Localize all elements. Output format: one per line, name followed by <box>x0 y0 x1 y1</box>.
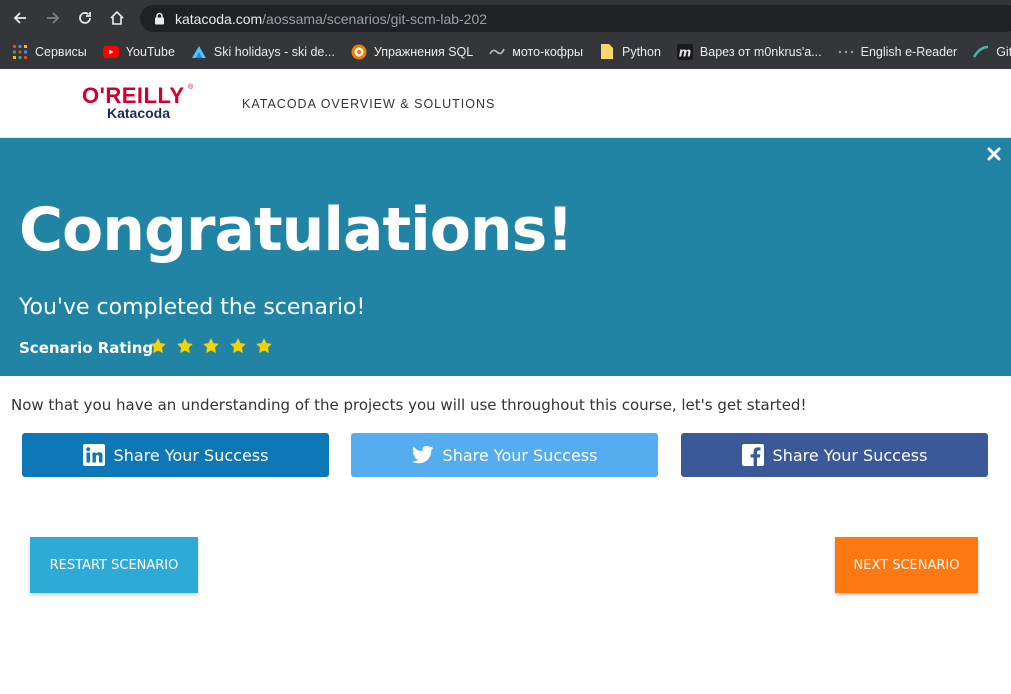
twitter-icon <box>411 444 434 466</box>
bookmark-label: Python <box>622 44 661 59</box>
star-icon[interactable] <box>255 337 273 355</box>
forward-icon[interactable] <box>42 7 64 29</box>
url-host: katacoda.com <box>175 10 263 27</box>
folder-icon <box>599 44 615 60</box>
bookmark-ereader[interactable]: English e-Reader <box>838 40 958 64</box>
share-linkedin-label: Share Your Success <box>113 445 269 465</box>
overview-solutions-link[interactable]: KATACODA OVERVIEW & SOLUTIONS <box>242 97 495 111</box>
completed-subtitle: You've completed the scenario! <box>19 295 366 320</box>
url-path: /aossama/scenarios/git-scm-lab-202 <box>262 10 488 27</box>
bookmark-youtube[interactable]: YouTube <box>102 40 175 64</box>
browser-chrome: katacoda.com/aossama/scenarios/git-scm-l… <box>0 0 1011 69</box>
bookmark-gitlab[interactable]: Gitlab In <box>973 40 1011 64</box>
bookmark-label: Упражнения SQL <box>373 44 474 59</box>
rating-stars <box>149 337 282 355</box>
gitlab-icon <box>973 44 989 60</box>
bookmark-label: Сервисы <box>35 44 87 59</box>
bookmark-ski[interactable]: Ski holidays - ski de... <box>191 40 335 64</box>
intro-text: Now that you have an understanding of th… <box>11 396 807 414</box>
star-icon[interactable] <box>149 337 167 355</box>
share-facebook-button[interactable]: Share Your Success <box>681 433 988 477</box>
star-icon[interactable] <box>202 337 220 355</box>
bookmark-moto[interactable]: мото-кофры <box>489 40 583 64</box>
m-icon: m <box>676 43 693 60</box>
home-icon[interactable] <box>106 7 128 29</box>
share-facebook-label: Share Your Success <box>772 445 928 465</box>
bookmark-python[interactable]: Python <box>599 40 661 64</box>
star-icon[interactable] <box>176 337 194 355</box>
reload-icon[interactable] <box>74 7 96 29</box>
back-icon[interactable] <box>9 7 31 29</box>
sql-icon <box>351 44 367 60</box>
next-scenario-button[interactable]: NEXT SCENARIO <box>835 537 978 593</box>
bookmark-warez[interactable]: m Варез от m0nkrus'a... <box>676 40 822 64</box>
share-twitter-button[interactable]: Share Your Success <box>351 433 658 477</box>
youtube-icon <box>102 44 119 60</box>
star-icon[interactable] <box>229 337 247 355</box>
bookmark-services[interactable]: Сервисы <box>12 40 87 64</box>
share-twitter-label: Share Your Success <box>442 445 598 465</box>
linkedin-icon <box>82 444 105 466</box>
browser-toolbar: katacoda.com/aossama/scenarios/git-scm-l… <box>0 0 1011 36</box>
bookmark-sql[interactable]: Упражнения SQL <box>351 40 473 64</box>
address-bar[interactable]: katacoda.com/aossama/scenarios/git-scm-l… <box>140 5 1011 32</box>
bookmark-label: Ski holidays - ski de... <box>213 44 335 59</box>
bookmark-label: English e-Reader <box>860 44 958 59</box>
registered-mark: ® <box>188 84 194 91</box>
moto-icon <box>489 44 505 60</box>
bookmarks-bar: Сервисы YouTube Ski holidays - ski de...… <box>0 36 1011 67</box>
restart-scenario-button[interactable]: RESTART SCENARIO <box>30 537 198 593</box>
lock-icon <box>154 12 166 26</box>
bookmark-label: мото-кофры <box>512 44 583 59</box>
ski-icon <box>191 44 207 60</box>
congratulations-title: Congratulations! <box>19 195 574 265</box>
svg-text:m: m <box>679 45 692 59</box>
site-header: O'REILLY ® Katacoda KATACODA OVERVIEW & … <box>0 69 1011 138</box>
share-linkedin-button[interactable]: Share Your Success <box>22 433 329 477</box>
bookmark-label: YouTube <box>125 44 175 59</box>
facebook-icon <box>741 444 764 466</box>
ereader-icon <box>838 44 854 60</box>
rating-label: Scenario Rating <box>19 339 154 357</box>
logo-sub: Katacoda <box>107 105 171 121</box>
bookmark-label: Варез от m0nkrus'a... <box>699 44 822 59</box>
oreilly-katacoda-logo[interactable]: O'REILLY ® Katacoda <box>82 83 194 123</box>
close-icon[interactable] <box>986 146 1002 162</box>
congratulations-banner: Congratulations! You've completed the sc… <box>0 138 1011 376</box>
bookmark-label: Gitlab In <box>996 44 1011 59</box>
apps-grid-icon <box>12 44 28 60</box>
